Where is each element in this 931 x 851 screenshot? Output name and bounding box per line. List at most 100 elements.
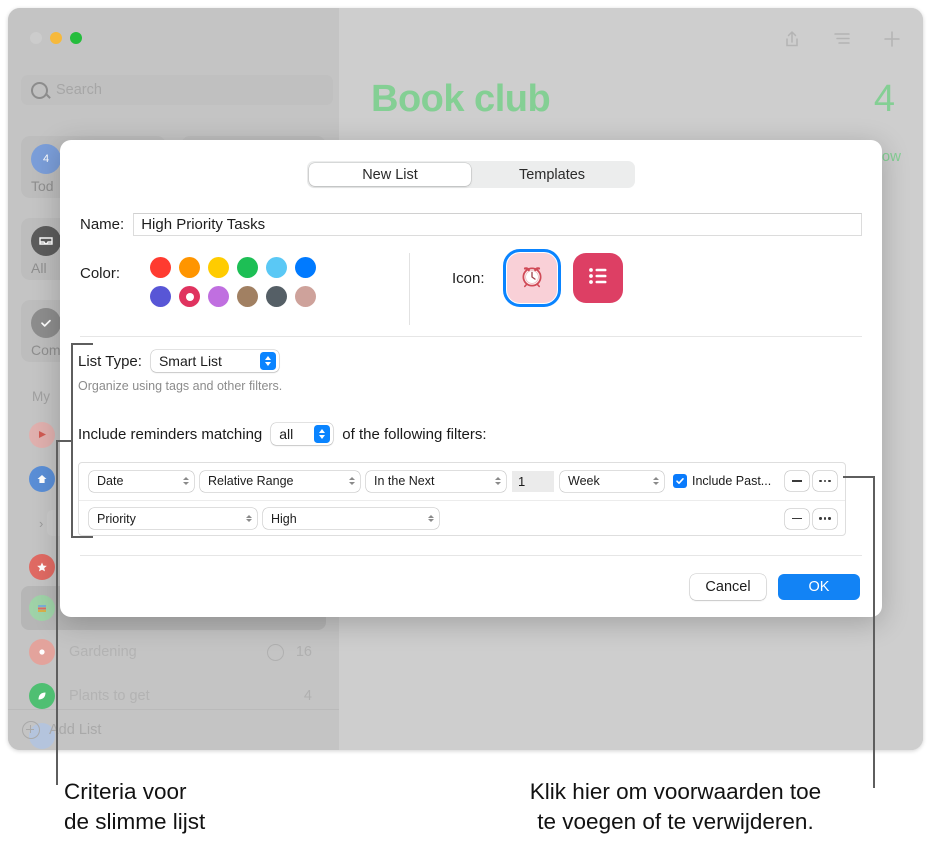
filter-row: Priority High [79, 500, 845, 536]
left-callout-leader-line [56, 440, 58, 785]
color-swatch-cell[interactable] [204, 253, 233, 282]
left-callout-text: Criteria voor de slimme lijst [64, 777, 394, 836]
window-traffic-lights[interactable] [30, 32, 82, 44]
color-swatch-orchid[interactable] [208, 286, 229, 307]
cancel-button[interactable]: Cancel [690, 574, 766, 600]
filter-comparator-select[interactable]: High [263, 508, 439, 529]
icon-option-alarm-clock[interactable] [502, 249, 561, 307]
include-past-label: Include Past... [692, 474, 772, 488]
match-prefix-label: Include reminders matching [78, 425, 263, 443]
include-past-checkbox-wrap[interactable]: Include Past... [673, 474, 771, 488]
color-swatch-cell[interactable] [233, 253, 262, 282]
flower-icon [29, 639, 55, 665]
search-placeholder: Search [56, 82, 102, 98]
color-swatch-green[interactable] [237, 257, 258, 278]
share-icon[interactable] [781, 28, 803, 50]
color-swatch-dusty-rose[interactable] [295, 286, 316, 307]
more-options-button[interactable] [813, 508, 837, 529]
chevron-updown-icon [246, 514, 252, 523]
screenshot-root: Search 4 Tod All Com My › Gardening 16 P… [0, 0, 931, 851]
search-input[interactable]: Search [21, 75, 333, 105]
list-type-select[interactable]: Smart List [150, 350, 279, 372]
filter-comparator-value: High [271, 511, 297, 526]
match-suffix-label: of the following filters: [342, 425, 487, 443]
chevron-right-icon[interactable]: › [39, 516, 43, 531]
right-callout-line2: te voegen of te verwijderen. [537, 808, 814, 834]
ok-button[interactable]: OK [778, 574, 860, 600]
color-swatch-cell[interactable] [146, 253, 175, 282]
zoom-window-button[interactable] [70, 32, 82, 44]
color-swatch-cell[interactable] [262, 253, 291, 282]
dialog-button-row: Cancel OK [690, 574, 860, 600]
plus-icon[interactable] [881, 28, 903, 50]
minus-icon [792, 480, 802, 482]
filter-comparator-value: Relative Range [208, 474, 294, 488]
color-swatch-grid [146, 253, 320, 311]
color-swatch-light-blue[interactable] [266, 257, 287, 278]
color-swatch-slate[interactable] [266, 286, 287, 307]
filter-field-select[interactable]: Date [89, 470, 194, 492]
tab-new-list[interactable]: New List [309, 163, 471, 186]
color-swatch-cell[interactable] [262, 282, 291, 311]
filter-row: Date Relative Range In the Next 1 Week I… [79, 463, 845, 499]
name-input-value: High Priority Tasks [141, 216, 266, 233]
remove-filter-button[interactable] [785, 508, 809, 529]
color-swatch-indigo[interactable] [150, 286, 171, 307]
today-badge-icon: 4 [31, 144, 61, 174]
sidebar-item-gardening[interactable]: Gardening 16 [21, 630, 326, 674]
include-past-checkbox[interactable] [673, 474, 687, 488]
more-options-button[interactable] [813, 471, 837, 491]
color-swatch-brown[interactable] [237, 286, 258, 307]
filter-amount-input[interactable]: 1 [512, 470, 554, 492]
filter-relation-value: In the Next [374, 474, 435, 488]
minimize-window-button[interactable] [50, 32, 62, 44]
vertical-divider [409, 253, 410, 325]
plus-circle-icon [22, 721, 40, 739]
list-type-row: List Type: Smart List [78, 350, 279, 372]
minus-icon [792, 517, 802, 520]
shared-list-icon [267, 643, 284, 661]
color-swatch-orange[interactable] [179, 257, 200, 278]
color-swatch-cell[interactable] [291, 253, 320, 282]
chevron-updown-icon [314, 425, 331, 443]
filter-unit-select[interactable]: Week [560, 470, 664, 492]
search-icon [31, 81, 48, 99]
name-label: Name: [80, 216, 125, 233]
right-callout-leader-horizontal [843, 476, 875, 478]
color-swatch-blue[interactable] [295, 257, 316, 278]
page-title: Book club [371, 78, 551, 120]
filter-relation-select[interactable]: In the Next [366, 470, 506, 492]
color-swatch-cell[interactable] [233, 282, 262, 311]
color-swatch-cell[interactable] [291, 282, 320, 311]
quick-card-all-label: All [31, 260, 47, 276]
name-input[interactable]: High Priority Tasks [133, 213, 862, 236]
list-view-icon[interactable] [831, 28, 853, 50]
match-row: Include reminders matching all of the fo… [78, 423, 487, 445]
list-type-value: Smart List [158, 353, 222, 369]
color-swatch-pink-selected[interactable] [179, 286, 200, 307]
color-swatch-cell[interactable] [204, 282, 233, 311]
icon-option-bulleted-list[interactable] [572, 253, 623, 303]
content-toolbar [781, 28, 903, 50]
add-list-button[interactable]: Add List [8, 709, 353, 750]
dialog-tab-bar: New List Templates [307, 161, 635, 188]
filter-comparator-select[interactable]: Relative Range [200, 470, 360, 492]
left-callout-line1: Criteria voor [64, 779, 187, 804]
list-type-label: List Type: [78, 352, 142, 370]
filter-field-select[interactable]: Priority [89, 508, 257, 529]
sidebar-item-count: 16 [295, 644, 312, 660]
chevron-updown-icon [495, 477, 501, 485]
color-swatch-red[interactable] [150, 257, 171, 278]
close-window-button[interactable] [30, 32, 42, 44]
color-swatch-cell[interactable] [146, 282, 175, 311]
filter-unit-value: Week [568, 474, 600, 488]
inbox-icon [31, 226, 61, 256]
home-icon [29, 466, 55, 492]
match-type-select[interactable]: all [271, 423, 334, 445]
leaf-icon [29, 683, 55, 709]
color-swatch-cell[interactable] [175, 282, 204, 311]
color-swatch-cell[interactable] [175, 253, 204, 282]
color-swatch-yellow[interactable] [208, 257, 229, 278]
remove-filter-button[interactable] [785, 471, 809, 491]
tab-templates[interactable]: Templates [471, 163, 633, 186]
